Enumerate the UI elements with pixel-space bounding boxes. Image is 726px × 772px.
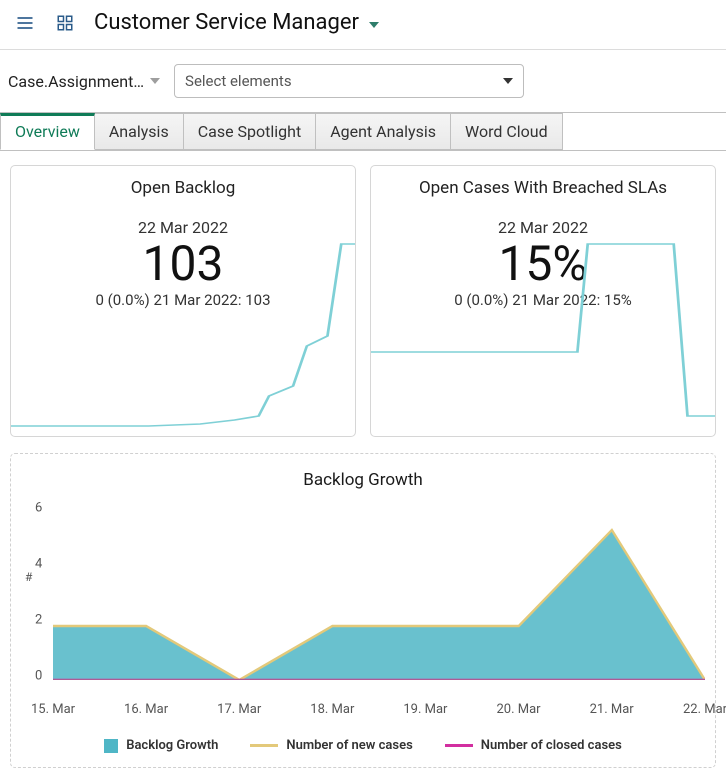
top-bar: Customer Service Manager [0, 0, 726, 50]
kpi-title: Open Cases With Breached SLAs [371, 166, 715, 206]
legend-label: Backlog Growth [126, 738, 218, 753]
kpi-value: 103 [11, 239, 355, 289]
tabs: Overview Analysis Case Spotlight Agent A… [0, 112, 726, 151]
tab-agent-analysis[interactable]: Agent Analysis [316, 113, 451, 150]
x-tick: 21. Mar [590, 702, 634, 717]
kpi-breached-slas[interactable]: Open Cases With Breached SLAs 22 Mar 202… [370, 165, 716, 437]
kpi-cards: Open Backlog 22 Mar 2022 103 0 (0.0%) 21… [0, 151, 726, 443]
x-tick: 19. Mar [403, 702, 447, 717]
kpi-sub: 0 (0.0%) 21 Mar 2022: 103 [11, 291, 355, 309]
chevron-down-icon [150, 78, 160, 84]
hamburger-icon[interactable] [14, 12, 36, 34]
legend-item-new-cases[interactable]: Number of new cases [250, 738, 412, 753]
select-elements-placeholder: Select elements [185, 72, 292, 90]
backlog-growth-panel: Backlog Growth # 6 4 2 0 15. Mar 16. Mar… [10, 453, 716, 768]
legend-label: Number of closed cases [481, 738, 622, 753]
y-tick: 2 [35, 613, 42, 628]
page-title-dropdown[interactable]: Customer Service Manager [94, 10, 379, 35]
chevron-down-icon [369, 22, 379, 28]
kpi-value: 15% [371, 239, 715, 289]
x-tick: 15. Mar [31, 702, 75, 717]
y-tick: 4 [35, 557, 42, 572]
swatch-icon [445, 744, 473, 747]
backlog-growth-chart[interactable]: # 6 4 2 0 [53, 500, 705, 700]
x-tick: 22. Mar [683, 702, 726, 717]
case-assignment-filter[interactable]: Case.Assignment… [8, 72, 160, 91]
tab-case-spotlight[interactable]: Case Spotlight [184, 113, 316, 150]
case-assignment-label: Case.Assignment… [8, 72, 144, 91]
legend-item-backlog-growth[interactable]: Backlog Growth [104, 738, 218, 753]
y-tick: 0 [35, 669, 42, 684]
x-axis: 15. Mar 16. Mar 17. Mar 18. Mar 19. Mar … [53, 700, 705, 722]
swatch-icon [250, 744, 278, 747]
kpi-title: Open Backlog [11, 166, 355, 206]
legend-item-closed-cases[interactable]: Number of closed cases [445, 738, 622, 753]
x-tick: 17. Mar [217, 702, 261, 717]
chevron-down-icon [503, 78, 513, 84]
swatch-icon [104, 739, 118, 753]
x-tick: 18. Mar [310, 702, 354, 717]
tab-word-cloud[interactable]: Word Cloud [451, 113, 563, 150]
tab-overview[interactable]: Overview [0, 113, 95, 150]
grid-icon[interactable] [54, 12, 76, 34]
y-tick: 6 [35, 501, 42, 516]
y-axis-label: # [25, 570, 32, 584]
tab-analysis[interactable]: Analysis [95, 113, 184, 150]
page-title: Customer Service Manager [94, 10, 359, 35]
panel-title: Backlog Growth [17, 462, 709, 500]
x-tick: 16. Mar [124, 702, 168, 717]
select-elements-dropdown[interactable]: Select elements [174, 64, 524, 98]
x-tick: 20. Mar [496, 702, 540, 717]
kpi-sub: 0 (0.0%) 21 Mar 2022: 15% [371, 291, 715, 309]
filter-bar: Case.Assignment… Select elements [0, 50, 726, 112]
kpi-open-backlog[interactable]: Open Backlog 22 Mar 2022 103 0 (0.0%) 21… [10, 165, 356, 437]
legend-label: Number of new cases [286, 738, 412, 753]
legend: Backlog Growth Number of new cases Numbe… [17, 738, 709, 753]
